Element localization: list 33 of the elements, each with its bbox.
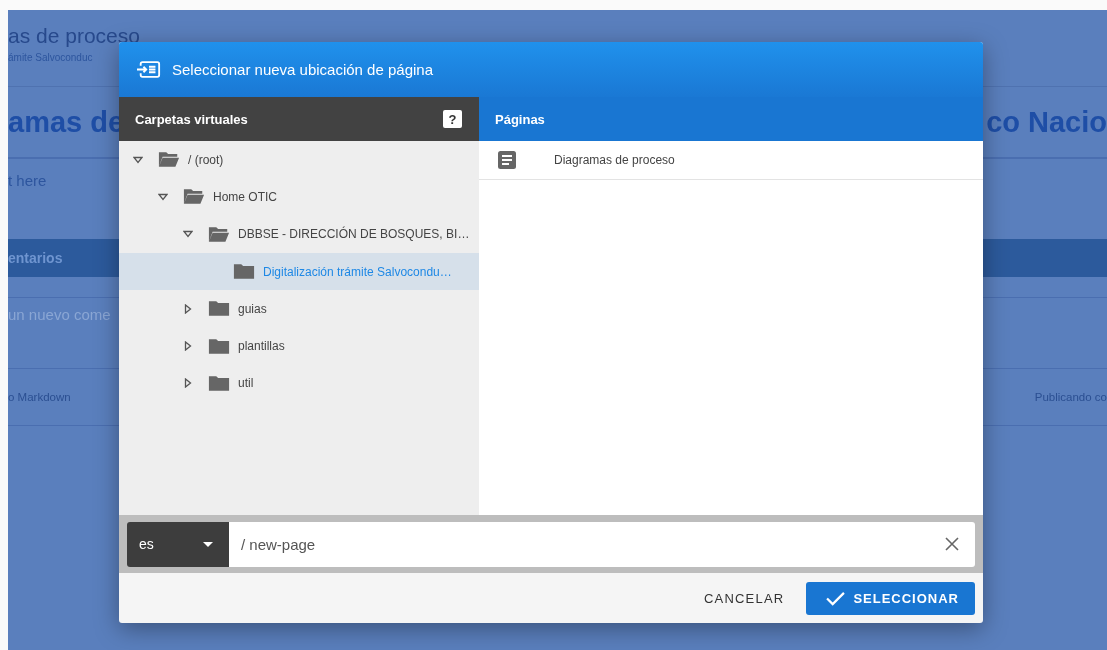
folder-icon	[233, 263, 255, 281]
caret-down-icon[interactable]	[133, 154, 143, 165]
move-into-icon	[137, 60, 161, 79]
close-icon[interactable]	[945, 537, 959, 551]
page-item[interactable]: Diagramas de proceso	[479, 141, 983, 180]
dialog-title: Seleccionar nueva ubicación de página	[172, 61, 434, 78]
page-heading: co Nacio	[986, 105, 1107, 139]
open-folder-icon	[208, 225, 230, 243]
document-icon	[498, 151, 516, 169]
select-button[interactable]: SELECCIONAR	[806, 581, 975, 615]
help-button[interactable]: ?	[443, 110, 462, 128]
open-folder-icon	[158, 151, 180, 169]
pages-header: Páginas	[479, 97, 983, 141]
folders-title: Carpetas virtuales	[135, 111, 248, 127]
folder-icon	[208, 374, 230, 392]
caret-right-icon[interactable]	[183, 341, 193, 352]
caret-right-icon[interactable]	[183, 303, 193, 314]
check-icon	[826, 590, 846, 606]
caret-down-icon[interactable]	[183, 229, 193, 240]
open-folder-icon	[183, 188, 205, 206]
caret-down-icon[interactable]	[158, 191, 168, 202]
dropdown-caret-icon	[203, 541, 213, 547]
folder-item[interactable]: plantillas	[119, 327, 479, 365]
folder-icon	[208, 300, 230, 318]
path-field[interactable]: / new-page	[229, 521, 975, 567]
caret-right-icon[interactable]	[183, 378, 193, 389]
folder-item[interactable]: Home OTIC	[119, 178, 479, 216]
folder-icon	[208, 337, 230, 355]
folder-item[interactable]: util	[119, 364, 479, 403]
cancel-button[interactable]: CANCELAR	[697, 589, 791, 607]
folder-item[interactable]: / (root)	[119, 141, 479, 179]
folder-item[interactable]: guias	[119, 290, 479, 328]
locale-dropdown[interactable]: es	[127, 521, 229, 567]
